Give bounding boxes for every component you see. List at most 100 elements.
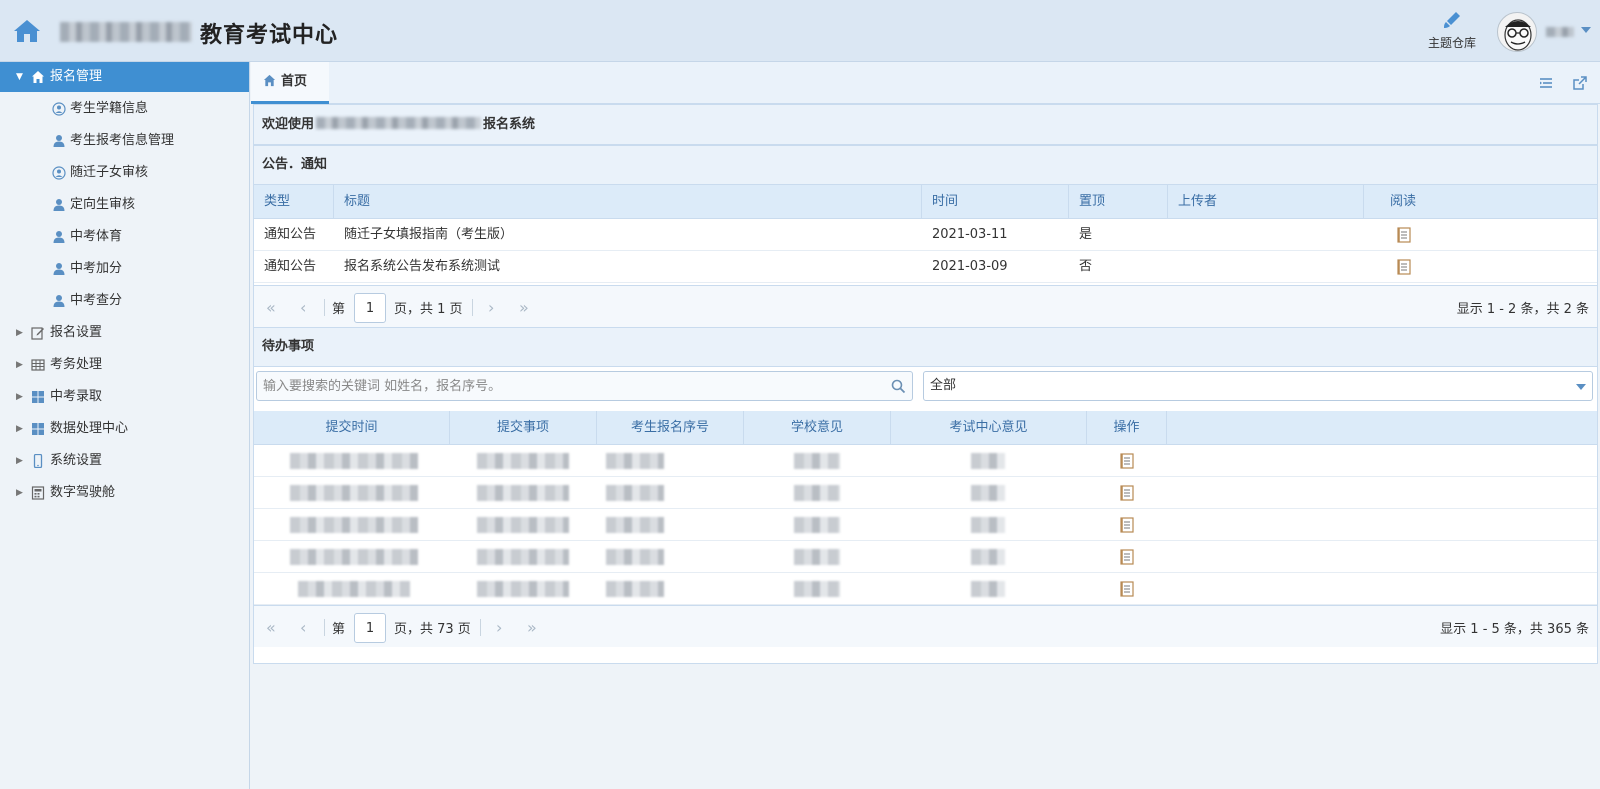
uploader-redacted [1179,230,1339,240]
expand-right-icon: ▶ [16,392,23,402]
table-row[interactable] [254,573,1597,605]
cell-registration-redacted [606,517,664,533]
table-row[interactable]: 通知公告 随迁子女填报指南（考生版） 2021-03-11 是 [254,219,1597,251]
todo-table-header: 提交时间 提交事项 考生报名序号 学校意见 考试中心意见 操作 [254,411,1597,445]
home-icon [263,74,276,87]
edit-document-icon[interactable] [1120,581,1134,597]
col-submit-time[interactable]: 提交时间 [254,411,450,445]
tab-home[interactable]: 首页 [251,62,329,104]
cell-submit-time-redacted [290,517,418,533]
chevron-down-icon [1576,384,1586,390]
edit-document-icon[interactable] [1120,517,1134,533]
read-document-icon[interactable] [1397,227,1411,243]
home-icon[interactable] [12,18,42,44]
sidebar-subitem-label: 定向生审核 [70,197,136,212]
user-menu-chevron-icon[interactable] [1581,27,1591,33]
sidebar: ▼ 报名管理 考生学籍信息 考生报考信息管理 随迁子女审核 定向生审核 中考体育… [0,62,250,789]
avatar[interactable] [1497,12,1537,52]
search-icon[interactable] [891,379,906,394]
calculator-icon [31,486,45,500]
prev-page-icon[interactable]: ‹ [300,298,306,317]
expand-right-icon: ▶ [16,328,23,338]
theme-store-button[interactable]: 主题仓库 [1420,10,1484,54]
sidebar-subitem-application-management[interactable]: 考生报考信息管理 [0,126,249,156]
sidebar-subitem-score-lookup[interactable]: 中考查分 [0,286,249,316]
cell-submit-item-redacted [477,517,569,533]
table-row[interactable] [254,445,1597,477]
sidebar-subitem-bonus-points[interactable]: 中考加分 [0,254,249,284]
todo-panel-title: 待办事项 [254,327,1597,367]
pager-divider [324,619,325,636]
page-prefix: 第 [332,302,346,317]
edit-icon [31,327,44,340]
col-pinned[interactable]: 置顶 [1069,185,1168,219]
next-page-icon[interactable]: › [496,618,502,637]
table-icon [31,359,45,371]
expand-right-icon: ▶ [16,456,23,466]
system-name-redacted [316,117,482,129]
col-school-opinion[interactable]: 学校意见 [744,411,891,445]
sidebar-item-data-center[interactable]: ▶ 数据处理中心 [0,414,249,444]
theme-store-label: 主题仓库 [1427,36,1476,50]
tab-home-label: 首页 [281,74,308,89]
cell-pinned: 是 [1079,227,1093,242]
col-type[interactable]: 类型 [254,185,334,219]
user-icon [53,199,65,211]
cell-title[interactable]: 随迁子女填报指南（考生版） [344,219,513,251]
col-submit-item[interactable]: 提交事项 [450,411,597,445]
prev-page-icon[interactable]: ‹ [300,618,306,637]
sidebar-subitem-student-records[interactable]: 考生学籍信息 [0,94,249,124]
sidebar-item-label: 系统设置 [50,453,103,468]
last-page-icon[interactable]: » [519,298,529,317]
col-time[interactable]: 时间 [922,185,1069,219]
sidebar-item-registration-settings[interactable]: ▶ 报名设置 [0,318,249,348]
table-row[interactable]: 通知公告 报名系统公告发布系统测试 2021-03-09 否 [254,251,1597,283]
col-center-opinion[interactable]: 考试中心意见 [891,411,1087,445]
cell-submit-time-redacted [290,485,418,501]
sidebar-item-exam-affairs[interactable]: ▶ 考务处理 [0,350,249,380]
sidebar-subitem-migrant-children-review[interactable]: 随迁子女审核 [0,158,249,188]
external-link-icon[interactable] [1572,75,1588,91]
first-page-icon[interactable]: « [266,298,276,317]
sidebar-subitem-pe-exam[interactable]: 中考体育 [0,222,249,252]
table-row[interactable] [254,477,1597,509]
table-row[interactable] [254,541,1597,573]
col-registration-number[interactable]: 考生报名序号 [597,411,744,445]
edit-document-icon[interactable] [1120,485,1134,501]
cell-time: 2021-03-09 [932,259,1008,274]
todo-filter-select[interactable]: 全部 [923,371,1593,401]
sidebar-item-label: 中考录取 [50,389,103,404]
next-page-icon[interactable]: › [488,298,494,317]
page-number-input[interactable] [354,613,386,643]
cell-center-opinion-redacted [971,485,1005,501]
sidebar-subitem-label: 中考查分 [70,293,123,308]
sidebar-subitem-label: 中考加分 [70,261,123,276]
cell-registration-redacted [606,581,664,597]
sidebar-item-admission[interactable]: ▶ 中考录取 [0,382,249,412]
cell-submit-time-redacted [290,453,418,469]
sidebar-item-label: 数据处理中心 [50,421,129,436]
first-page-icon[interactable]: « [266,618,276,637]
page-number-input[interactable] [354,293,386,323]
notice-panel-title: 公告．通知 [254,145,1597,185]
expand-right-icon: ▶ [16,488,23,498]
read-document-icon[interactable] [1397,259,1411,275]
cell-school-opinion-redacted [794,517,840,533]
col-title[interactable]: 标题 [334,185,922,219]
todo-search-field[interactable] [256,371,913,401]
sidebar-item-digital-cockpit[interactable]: ▶ 数字驾驶舱 [0,478,249,508]
table-row[interactable] [254,509,1597,541]
edit-document-icon[interactable] [1120,453,1134,469]
sidebar-item-registration[interactable]: ▼ 报名管理 [0,62,249,92]
filter-value: 全部 [930,378,957,393]
cell-title[interactable]: 报名系统公告发布系统测试 [344,251,500,283]
last-page-icon[interactable]: » [527,618,537,637]
col-uploader[interactable]: 上传者 [1168,185,1364,219]
username-redacted [1546,27,1574,37]
edit-document-icon[interactable] [1120,549,1134,565]
sidebar-item-system-settings[interactable]: ▶ 系统设置 [0,446,249,476]
list-menu-icon[interactable] [1538,75,1554,91]
expand-right-icon: ▶ [16,360,23,370]
sidebar-subitem-directed-student-review[interactable]: 定向生审核 [0,190,249,220]
search-input[interactable] [257,372,877,400]
